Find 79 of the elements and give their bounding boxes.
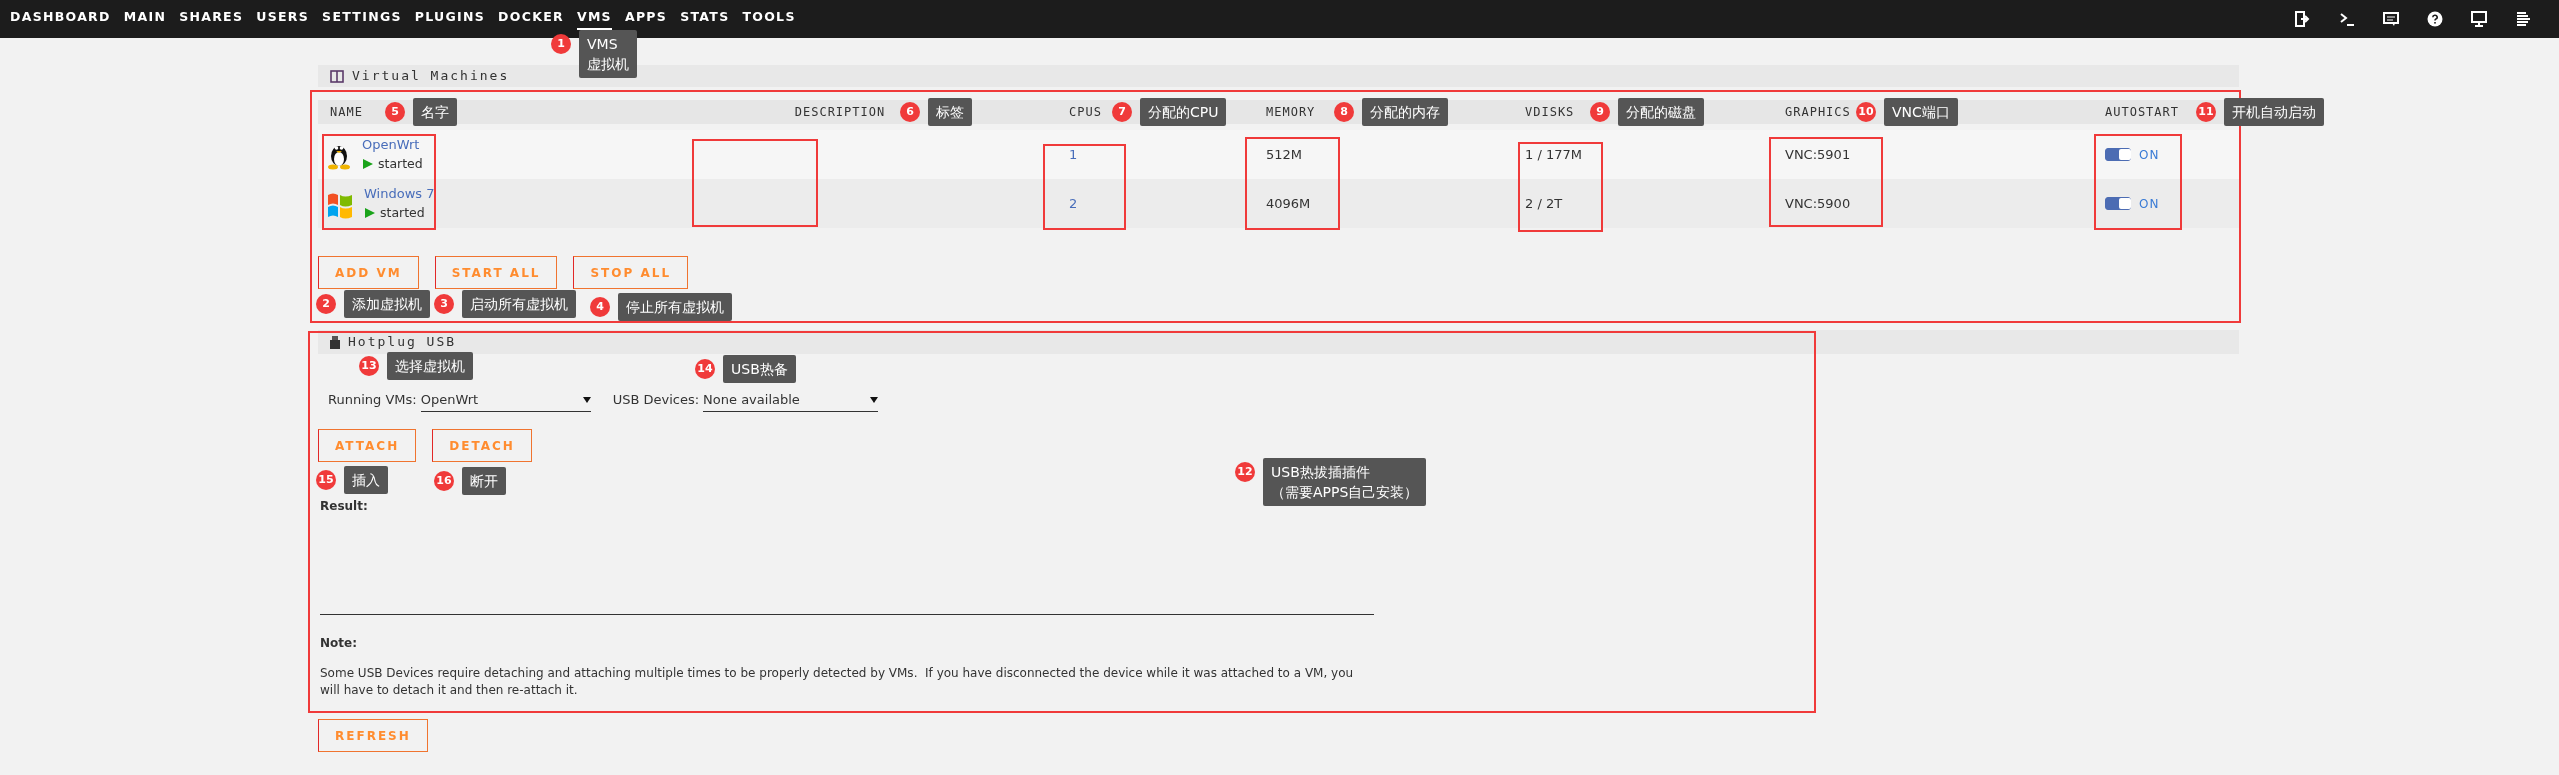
nav-tab[interactable]: DASHBOARD	[10, 8, 111, 30]
vdisk-value: 2 / 2T	[1525, 195, 1563, 211]
nav-tab[interactable]: PLUGINS	[414, 8, 486, 30]
annotation-tooltip: 分配的CPU	[1140, 98, 1227, 126]
cpu-count: 1	[1069, 146, 1078, 162]
annotation-number: 13	[359, 356, 379, 376]
column-header: CPUS	[1069, 105, 1102, 119]
graphics-value: VNC:5900	[1785, 195, 1851, 211]
vdisk-value: 1 / 177M	[1525, 146, 1582, 162]
column-header: NAME	[330, 105, 363, 119]
nav-tab[interactable]: DOCKER	[498, 8, 564, 30]
result-label: Result:	[320, 498, 369, 514]
column-header: AUTOSTART	[2105, 105, 2180, 119]
annotation-tooltip: 停止所有虚拟机	[618, 293, 732, 321]
field-label: USB Devices:	[612, 391, 700, 410]
log-icon[interactable]	[2515, 11, 2531, 27]
annotation-number: 3	[434, 294, 454, 314]
column-header: VDISKS	[1525, 105, 1575, 119]
column-header: GRAPHICS	[1785, 105, 1851, 119]
nav-tab[interactable]: SETTINGS	[322, 8, 402, 30]
annotation-tooltip: 断开	[462, 467, 506, 495]
annotation-tooltip: 开机自动启动	[2224, 98, 2324, 126]
nav-tab[interactable]: SHARES	[179, 8, 244, 30]
dropdown-caret-icon	[870, 395, 879, 404]
annotation-tooltip: 标签	[928, 98, 972, 126]
nav-tab[interactable]: APPS	[624, 8, 668, 30]
annotation-tooltip: VNC端口	[1884, 98, 1958, 126]
column-header: DESCRIPTION	[794, 105, 886, 119]
memory-value: 512M	[1266, 146, 1303, 162]
terminal-icon[interactable]	[2339, 11, 2355, 27]
annotation-tooltip: 分配的内存	[1362, 98, 1448, 126]
annotation-tooltip: USB热拔插插件 （需要APPS自己安装）	[1263, 458, 1427, 506]
annotation-number: 4	[590, 297, 610, 317]
nav-tab[interactable]: STATS	[680, 8, 730, 30]
vm-status: started	[380, 203, 425, 222]
usb-device-select[interactable]: None available	[703, 388, 879, 412]
annotation-number: 14	[695, 359, 715, 379]
annotation-number: 2	[316, 294, 336, 314]
annotation-number: 15	[316, 470, 336, 490]
graphics-value: VNC:5901	[1785, 146, 1851, 162]
logout-icon[interactable]	[2295, 11, 2311, 27]
column-header: MEMORY	[1266, 105, 1316, 119]
section-title: Virtual Machines	[352, 68, 510, 84]
columns-icon	[330, 69, 344, 83]
monitor-icon[interactable]	[2471, 11, 2487, 27]
annotation-tooltip: 添加虚拟机	[344, 290, 430, 318]
annotation-tooltip: 分配的磁盘	[1618, 98, 1704, 126]
nav-tab[interactable]: TOOLS	[742, 8, 796, 30]
vm-status: started	[378, 154, 423, 173]
annotation-tooltip: 选择虚拟机	[387, 352, 473, 380]
vm-select[interactable]: OpenWrt	[420, 388, 591, 412]
autostart-toggle[interactable]	[2105, 197, 2131, 210]
annotation-number: 16	[434, 471, 454, 491]
annotation-tooltip: 启动所有虚拟机	[462, 290, 576, 318]
vm-name-link[interactable]: OpenWrt	[362, 135, 423, 155]
chat-icon[interactable]	[2383, 11, 2399, 27]
autostart-label: ON	[2139, 146, 2160, 164]
memory-value: 4096M	[1266, 195, 1311, 211]
cpu-count: 2	[1069, 195, 1078, 211]
dropdown-caret-icon	[582, 395, 591, 404]
autostart-label: ON	[2139, 195, 2160, 213]
play-icon	[364, 207, 376, 220]
help-icon[interactable]	[2427, 11, 2443, 27]
annotation-tooltip: 名字	[413, 98, 457, 126]
note-title: Note:	[320, 635, 358, 651]
autostart-toggle[interactable]	[2105, 148, 2131, 161]
play-icon	[362, 158, 374, 171]
annotation-tooltip: 插入	[344, 466, 388, 494]
annotation-tooltip: USB热备	[723, 355, 796, 383]
usb-plug-icon	[330, 335, 340, 349]
note-text: Some USB Devices require detaching and attaching multiple times to be properly detected by VMs. If you have disconnected the device while it was attached to a VM, you will have to detach it and then re-attach it.	[320, 665, 1355, 699]
vm-name-link[interactable]: Windows 7	[364, 184, 435, 204]
nav-tab[interactable]: MAIN	[123, 8, 167, 30]
annotation-tooltip: VMS 虚拟机	[579, 30, 637, 78]
annotation-number: 1	[551, 34, 571, 54]
section-title: Hotplug USB	[348, 334, 457, 350]
annotation-number: 12	[1235, 462, 1255, 482]
field-label: Running VMs:	[328, 391, 417, 410]
nav-tab[interactable]: USERS	[256, 8, 310, 30]
